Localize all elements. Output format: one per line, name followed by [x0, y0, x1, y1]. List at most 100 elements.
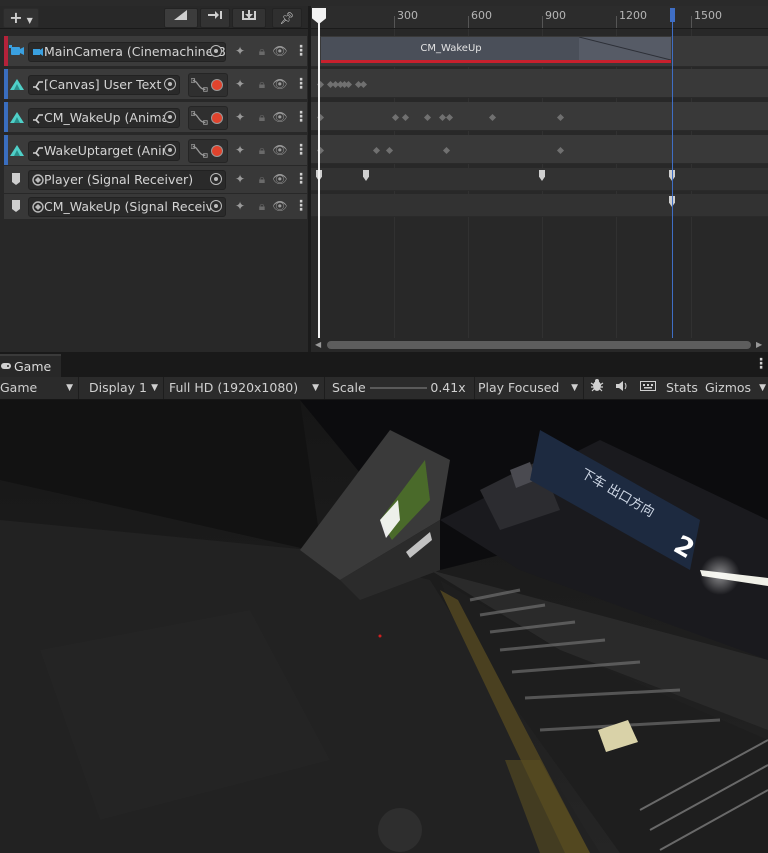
record-button[interactable] — [211, 145, 223, 157]
track-name: Player (Signal Receiver) — [44, 172, 194, 187]
track-menu-icon[interactable]: ⋮ — [294, 141, 308, 159]
ruler-tick — [691, 16, 692, 28]
speaker-icon[interactable] — [611, 377, 633, 399]
curves-toggle-button[interactable] — [188, 139, 228, 163]
track-menu-icon[interactable]: ⋮ — [294, 170, 308, 188]
curves-toggle-button[interactable] — [188, 106, 228, 130]
resolution-dropdown[interactable]: Full HD (1920x1080) ▼ — [166, 377, 325, 399]
visibility-eye-icon[interactable]: 👁︎ — [272, 42, 288, 60]
timeline-horizontal-scrollbar[interactable]: ◀ ▶ — [311, 338, 768, 352]
lane-cm-wakeup-signal[interactable] — [311, 194, 768, 217]
curves-toggle-button[interactable] — [188, 73, 228, 97]
object-picker-icon[interactable] — [210, 200, 222, 212]
lock-icon[interactable]: 🔒︎ — [254, 42, 270, 60]
track-binding-field[interactable]: CM_WakeUp (Animat — [28, 108, 180, 128]
ripple-mode-button[interactable] — [164, 8, 198, 28]
stats-button[interactable]: Stats — [664, 377, 700, 399]
track-menu-icon[interactable]: ⋮ — [294, 108, 308, 126]
timeline-toolbar: + ▼ 📌︎ — [0, 6, 308, 29]
dropdown-arrow-icon: ▼ — [312, 383, 319, 393]
gizmos-dropdown[interactable]: Gizmos ▼ — [702, 377, 768, 399]
pin-icon[interactable]: ✦ — [232, 170, 248, 188]
object-picker-icon[interactable] — [210, 45, 222, 57]
clip-cm-wakeup[interactable]: CM_WakeUp — [321, 37, 671, 63]
track-menu-icon[interactable]: ⋮ — [294, 197, 308, 215]
signal-receiver-icon — [32, 174, 44, 186]
lock-icon[interactable]: 🔒︎ — [254, 170, 270, 188]
cinemachine-brain-icon — [33, 48, 43, 56]
view-mode-dropdown[interactable]: Game ▼ — [0, 377, 79, 399]
pin-icon[interactable]: ✦ — [232, 141, 248, 159]
timeline-end-handle[interactable] — [670, 8, 675, 22]
dropdown-arrow-icon: ▼ — [571, 383, 578, 393]
ruler-label: 1200 — [619, 9, 647, 22]
track-menu-icon[interactable]: ⋮ — [294, 42, 308, 60]
pin-icon[interactable]: ✦ — [232, 75, 248, 93]
lock-pin-button[interactable]: 📌︎ — [272, 8, 302, 28]
object-picker-icon[interactable] — [164, 111, 176, 123]
lock-icon[interactable]: 🔒︎ — [254, 141, 270, 159]
scale-value: 0.41x — [430, 380, 466, 395]
animation-track-icon — [10, 145, 24, 156]
ruler-label: 600 — [471, 9, 492, 22]
display-dropdown[interactable]: Display 1 ▼ — [82, 377, 164, 399]
lock-icon[interactable]: 🔒︎ — [254, 75, 270, 93]
pin-icon[interactable]: ✦ — [232, 42, 248, 60]
play-mode-dropdown[interactable]: Play Focused ▼ — [474, 377, 584, 399]
scale-slider[interactable] — [370, 387, 427, 389]
scroll-right-icon[interactable]: ▶ — [756, 338, 762, 352]
record-button[interactable] — [211, 112, 223, 124]
track-cm-wakeup-animation[interactable]: CM_WakeUp (Animat ✦ 🔒︎ 👁︎ ⋮ — [4, 102, 308, 132]
track-binding-field[interactable]: MainCamera (Cinemachine B — [28, 42, 226, 62]
record-button[interactable] — [211, 79, 223, 91]
lock-icon[interactable]: 🔒︎ — [254, 108, 270, 126]
ruler-label: 900 — [545, 9, 566, 22]
track-menu-icon[interactable]: ⋮ — [294, 75, 308, 93]
ruler-tick — [468, 16, 469, 28]
lane-canvas-user-text[interactable] — [311, 69, 768, 98]
track-binding-field[interactable]: [Canvas] User Text (/ — [28, 75, 180, 95]
next-frame-button[interactable] — [200, 8, 230, 28]
add-track-button[interactable]: + ▼ — [3, 8, 39, 28]
track-wakeuptarget[interactable]: WakeUptarget (Anim ✦ 🔒︎ 👁︎ ⋮ — [4, 135, 308, 165]
pin-icon[interactable]: ✦ — [232, 108, 248, 126]
signal-track-icon — [12, 173, 20, 185]
dropdown-arrow-icon: ▼ — [151, 383, 158, 393]
scrollbar-thumb[interactable] — [327, 341, 751, 349]
timeline-clip-area[interactable]: CM_WakeUp — [311, 29, 768, 338]
visibility-eye-icon[interactable]: 👁︎ — [272, 141, 288, 159]
time-ruler[interactable]: 300 600 900 1200 1500 — [311, 6, 768, 29]
track-maincamera[interactable]: MainCamera (Cinemachine B ✦ 🔒︎ 👁︎ ⋮ — [4, 36, 308, 66]
pin-icon[interactable]: ✦ — [232, 197, 248, 215]
track-color-bar — [4, 69, 8, 99]
snap-button[interactable] — [232, 8, 266, 28]
object-picker-icon[interactable] — [164, 144, 176, 156]
keyboard-icon[interactable] — [636, 377, 660, 399]
track-cm-wakeup-signal[interactable]: CM_WakeUp (Signal Receive ✦ 🔒︎ 👁︎ ⋮ — [4, 194, 308, 219]
game-viewport[interactable]: 下车 出口方向 2 — [0, 400, 768, 853]
track-name: MainCamera (Cinemachine B — [44, 44, 226, 59]
object-picker-icon[interactable] — [210, 173, 222, 185]
track-binding-field[interactable]: WakeUptarget (Anim — [28, 141, 180, 161]
track-binding-field[interactable]: Player (Signal Receiver) — [28, 170, 226, 190]
scroll-left-icon[interactable]: ◀ — [315, 338, 321, 352]
dropdown-arrow-icon: ▼ — [66, 383, 73, 393]
visibility-eye-icon[interactable]: 👁︎ — [272, 197, 288, 215]
lock-icon[interactable]: 🔒︎ — [254, 197, 270, 215]
tab-game[interactable]: Game — [0, 354, 61, 379]
visibility-eye-icon[interactable]: 👁︎ — [272, 75, 288, 93]
curve-icon — [191, 78, 208, 92]
ripple-icon — [174, 10, 187, 20]
track-color-bar — [4, 135, 8, 165]
lane-cm-wakeup[interactable] — [311, 102, 768, 131]
curve-icon — [191, 111, 208, 125]
timeline-end-line — [672, 8, 673, 338]
object-picker-icon[interactable] — [164, 78, 176, 90]
track-binding-field[interactable]: CM_WakeUp (Signal Receive — [28, 197, 226, 217]
game-menu-icon[interactable]: ⋮ — [754, 356, 768, 374]
track-player-signal[interactable]: Player (Signal Receiver) ✦ 🔒︎ 👁︎ ⋮ — [4, 166, 308, 193]
track-canvas-user-text[interactable]: [Canvas] User Text (/ ✦ 🔒︎ 👁︎ ⋮ — [4, 69, 308, 99]
visibility-eye-icon[interactable]: 👁︎ — [272, 108, 288, 126]
visibility-eye-icon[interactable]: 👁︎ — [272, 170, 288, 188]
bug-icon[interactable] — [586, 377, 608, 399]
